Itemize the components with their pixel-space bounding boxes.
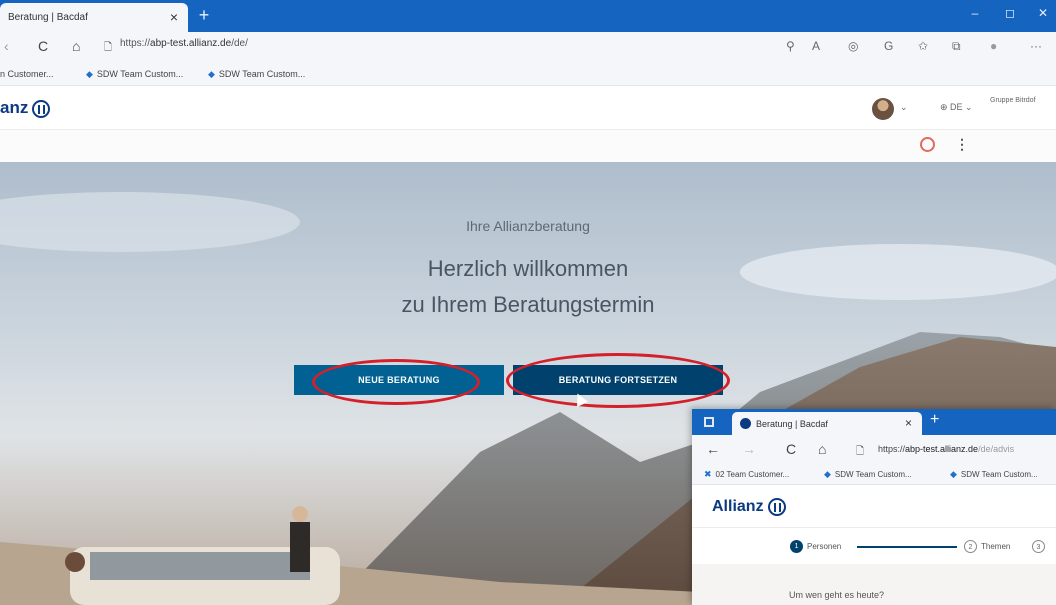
favorite-label: SDW Team Custom... <box>218 69 306 79</box>
popup-address-bar: ← → C ⌂ 🗋 https://abp-test.allianz.de/de… <box>692 435 1056 463</box>
forward-icon[interactable]: → <box>742 441 756 457</box>
diamond-icon: ◆ <box>86 69 93 79</box>
step-3-indicator[interactable]: 3 <box>1032 540 1045 553</box>
sync-icon[interactable]: G <box>884 39 893 53</box>
favorite-link[interactable]: ◆ SDW Team Custom... <box>208 69 305 80</box>
collections-icon[interactable]: ⧉ <box>952 39 961 54</box>
popup-tab[interactable]: Beratung | Bacdaf × <box>732 412 922 435</box>
diamond-icon: ◆ <box>950 469 957 479</box>
reload-icon[interactable]: C <box>38 38 48 54</box>
favorites-icon[interactable]: ✩ <box>918 39 928 53</box>
minimize-icon[interactable]: – <box>960 6 990 20</box>
profile-icon[interactable]: ● <box>990 39 997 53</box>
favorite-label: SDW Team Custom... <box>960 470 1038 479</box>
url-prefix: https:// <box>878 444 906 454</box>
back-icon[interactable]: ‹ <box>4 38 9 54</box>
browser-title-bar: Beratung | Bacdaf × + – ◻ ✕ <box>0 0 1056 32</box>
popup-browser-window[interactable]: Beratung | Bacdaf × + ← → C ⌂ 🗋 https://… <box>692 409 1056 605</box>
group-label: Gruppe Bitrdof <box>990 97 1036 104</box>
reload-icon[interactable]: C <box>786 441 796 457</box>
favorite-label: SDW Team Custom... <box>834 470 912 479</box>
favorite-link[interactable]: ◆ SDW Team Custom... <box>86 69 183 80</box>
restore-icon[interactable]: ◻ <box>995 6 1025 20</box>
highlight-annotation <box>312 359 480 405</box>
favorite-label: 02 Team Customer... <box>715 470 790 479</box>
step-1-indicator[interactable]: 1 <box>790 540 803 553</box>
address-bar: ‹ C ⌂ 🗋 https://abp-test.allianz.de/de/ … <box>0 32 1056 62</box>
step-connector <box>857 546 957 548</box>
browser-tab-active[interactable]: Beratung | Bacdaf × <box>0 3 188 32</box>
question-heading: Um wen geht es heute? <box>789 590 885 600</box>
avatar[interactable] <box>872 98 894 120</box>
hero-subtitle: Ihre Allianzberatung <box>466 218 590 234</box>
hero-title-line-1: Herzlich willkommen <box>427 256 629 281</box>
allianz-logo-icon <box>767 498 786 516</box>
url-host: abp-test.allianz.de <box>905 444 979 454</box>
window-icon <box>704 417 714 427</box>
allianz-logo-icon <box>32 99 51 118</box>
home-icon[interactable]: ⌂ <box>72 38 80 54</box>
url-host: abp-test.allianz.de <box>150 38 232 49</box>
favorite-link[interactable]: n Customer... <box>0 69 54 79</box>
extension-icon[interactable]: ◎ <box>848 39 858 53</box>
new-tab-button[interactable]: + <box>930 411 939 429</box>
tool-strip <box>0 130 1056 162</box>
diamond-icon: ◆ <box>208 69 215 79</box>
page-info-icon[interactable]: 🗋 <box>104 40 112 57</box>
favorite-link[interactable]: ✖ 02 Team Customer... <box>704 469 789 480</box>
more-icon[interactable]: ··· <box>1030 39 1042 53</box>
chevron-down-icon[interactable]: ⌄ <box>900 102 908 113</box>
highlight-annotation <box>506 353 730 408</box>
diamond-icon: ◆ <box>824 469 831 479</box>
step-1-label[interactable]: Personen <box>807 542 841 551</box>
popup-site-header: Allianz <box>692 486 1056 528</box>
tab-close-icon[interactable]: × <box>170 9 178 25</box>
zoom-icon[interactable]: ⚲ <box>786 39 795 53</box>
favorite-link[interactable]: ◆ SDW Team Custom... <box>824 469 912 480</box>
read-aloud-icon[interactable]: A <box>812 39 820 53</box>
back-icon[interactable]: ← <box>706 441 720 457</box>
home-icon[interactable]: ⌂ <box>818 441 826 457</box>
popup-title-bar: Beratung | Bacdaf × + <box>692 409 1056 435</box>
step-2-indicator[interactable]: 2 <box>964 540 977 553</box>
popup-tab-title: Beratung | Bacdaf <box>756 419 828 429</box>
kebab-menu-icon[interactable]: ⋮ <box>955 136 969 153</box>
favorites-bar: n Customer... ◆ SDW Team Custom... ◆ SDW T… <box>0 62 1056 86</box>
url-field[interactable]: https://abp-test.allianz.de/de/ <box>120 38 248 49</box>
tab-title: Beratung | Bacdaf <box>8 12 88 23</box>
url-path: /de/ <box>231 38 248 49</box>
page-info-icon[interactable]: 🗋 <box>856 444 864 461</box>
allianz-logo[interactable]: anz <box>0 98 51 118</box>
close-window-icon[interactable]: ✕ <box>1028 6 1056 20</box>
url-prefix: https:// <box>120 38 151 49</box>
popup-url-field[interactable]: https://abp-test.allianz.de/de/advis <box>878 444 1014 454</box>
favorite-link[interactable]: ◆ SDW Team Custom... <box>950 469 1038 480</box>
timer-icon[interactable] <box>920 137 935 152</box>
site-header: anz <box>0 86 1056 130</box>
logo-text: Allianz <box>712 498 764 516</box>
logo-text: anz <box>0 98 29 117</box>
language-selector[interactable]: ⊕ DE ⌄ <box>940 102 973 113</box>
step-2-label[interactable]: Themen <box>981 542 1010 551</box>
allianz-favicon-icon <box>740 418 751 429</box>
popup-favorites-bar: ✖ 02 Team Customer... ◆ SDW Team Custom...… <box>692 463 1056 485</box>
hero-title-line-2: zu Ihrem Beratungstermin <box>401 292 655 317</box>
url-path: /de/advis <box>978 444 1015 454</box>
close-icon[interactable]: × <box>905 416 912 430</box>
puzzle-icon: ✖ <box>704 469 712 479</box>
new-tab-button[interactable]: + <box>193 4 215 26</box>
favorite-label: SDW Team Custom... <box>96 69 184 79</box>
favorite-label: n Customer... <box>0 69 54 79</box>
allianz-logo[interactable]: Allianz <box>712 498 786 516</box>
